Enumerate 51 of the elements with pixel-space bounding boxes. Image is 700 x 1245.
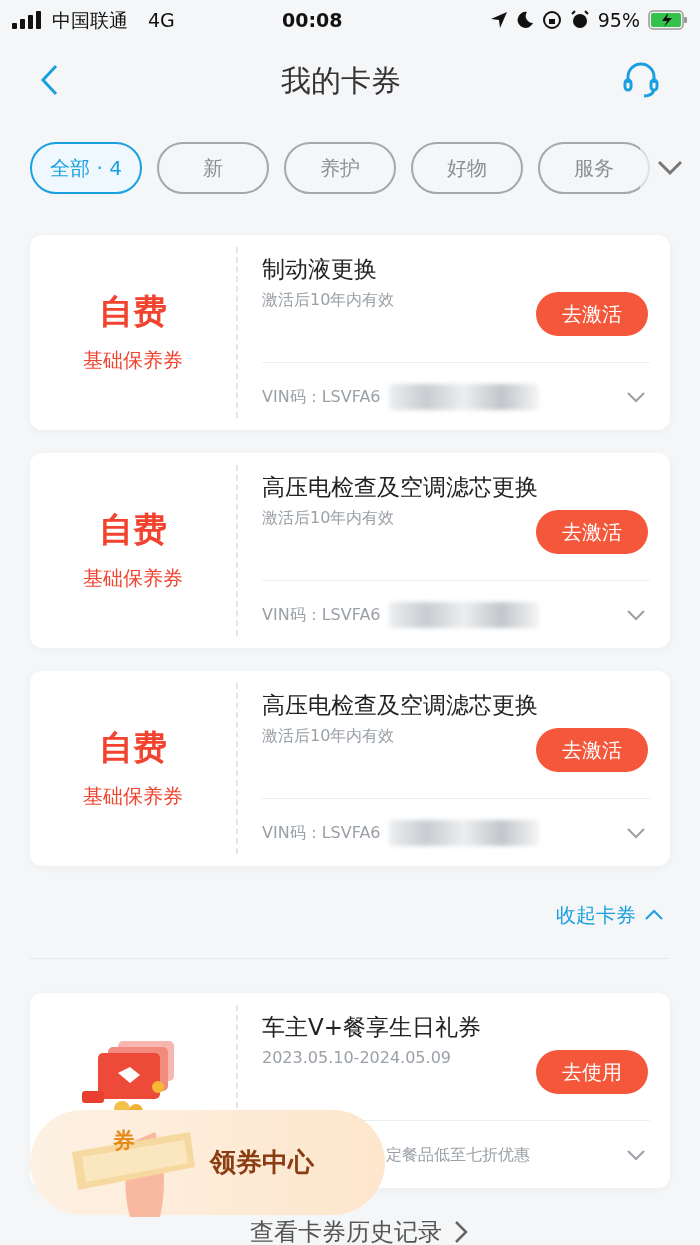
coupon-title: 高压电检查及空调滤芯更换 — [262, 473, 539, 502]
carrier-text: 中国联通 — [52, 7, 128, 33]
chevron-down-icon[interactable] — [626, 390, 646, 403]
coupon-title: 车主V+餐享生日礼券 — [262, 1013, 482, 1042]
battery-text: 95% — [597, 7, 640, 33]
moon-icon — [515, 11, 534, 29]
price-label: 自费 — [99, 726, 167, 769]
expand-icon[interactable] — [657, 160, 683, 176]
coupon-stamp-label: 券 — [113, 1127, 135, 1155]
coupon-type: 基础保养券 — [83, 782, 183, 810]
filter-chip[interactable]: 好物 — [411, 142, 523, 194]
filter-chip[interactable]: 养护 — [284, 142, 396, 194]
coupon-title: 高压电检查及空调滤芯更换 — [262, 691, 539, 720]
collapse-link[interactable]: 收起卡券 — [556, 900, 636, 930]
headset-icon[interactable] — [622, 61, 660, 99]
rotation-lock-icon — [541, 10, 562, 30]
activate-button[interactable]: 去使用 — [536, 1050, 648, 1094]
validity-text: 激活后10年内有效 — [262, 506, 396, 529]
validity-text: 激活后10年内有效 — [262, 288, 396, 311]
coupon-center-badge[interactable]: 券 领券中心 — [30, 1110, 385, 1215]
validity-text: 激活后10年内有效 — [262, 724, 396, 747]
footer-text: VIN码：LSVFA6 — [262, 385, 381, 408]
filter-chip[interactable]: 新 — [157, 142, 269, 194]
filter-chip[interactable]: 全部 · 4 — [30, 142, 142, 194]
location-icon — [489, 11, 508, 29]
coupon-type: 基础保养券 — [83, 346, 183, 374]
history-link[interactable]: 查看卡券历史记录 — [250, 1214, 442, 1245]
price-label: 自费 — [99, 290, 167, 333]
signal-icon — [12, 11, 44, 29]
activate-button[interactable]: 去激活 — [536, 510, 648, 554]
page-title: 我的卡券 — [281, 61, 401, 100]
price-label: 自费 — [99, 508, 167, 551]
footer-text: VIN码：LSVFA6 — [262, 603, 381, 626]
alarm-icon — [569, 10, 590, 30]
validity-text: 2023.05.10-2024.05.09 — [262, 1046, 452, 1069]
chevron-right-icon[interactable] — [454, 1220, 468, 1244]
back-icon[interactable] — [40, 64, 60, 96]
network-text: 4G — [148, 7, 175, 33]
chevron-up-icon[interactable] — [644, 909, 664, 921]
coupon-title: 制动液更换 — [262, 255, 378, 284]
coupon-type: 基础保养券 — [83, 564, 183, 592]
chevron-down-icon[interactable] — [626, 608, 646, 621]
coupon-center-label: 领券中心 — [210, 1146, 314, 1179]
footer-text: VIN码：LSVFA6 — [262, 821, 381, 844]
chevron-down-icon[interactable] — [626, 826, 646, 839]
activate-button[interactable]: 去激活 — [536, 728, 648, 772]
battery-icon — [648, 10, 688, 30]
chevron-down-icon[interactable] — [626, 1148, 646, 1161]
footer-text: 定餐品低至七折优惠 — [386, 1143, 530, 1166]
activate-button[interactable]: 去激活 — [536, 292, 648, 336]
clock-text: 00:08 — [282, 7, 343, 33]
